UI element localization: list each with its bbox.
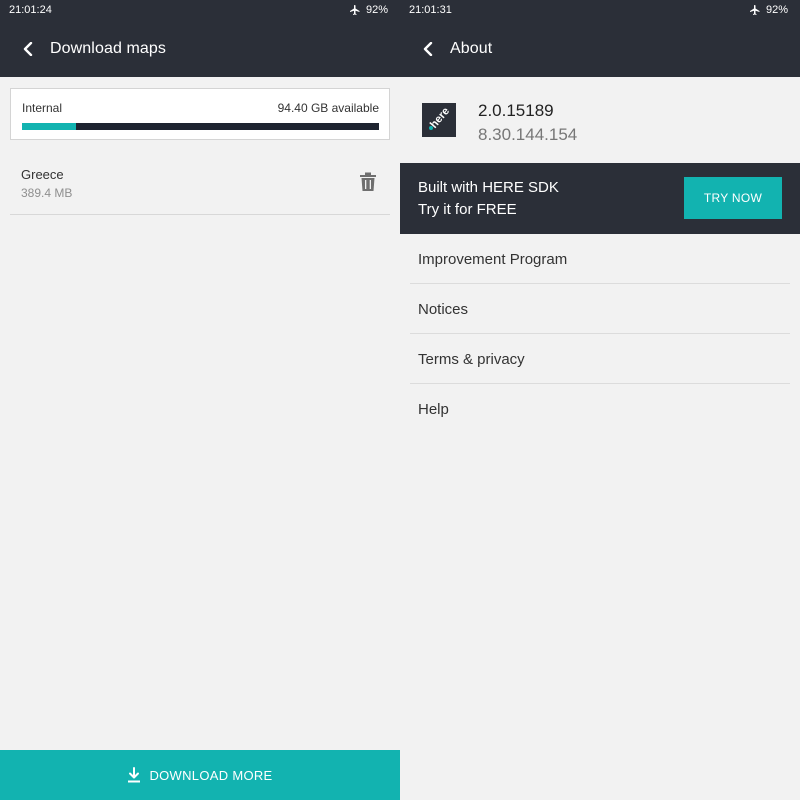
back-button[interactable] <box>418 39 438 59</box>
download-maps-screen: 21:01:24 92% Download maps Internal 94.4… <box>0 0 400 800</box>
trash-icon <box>360 172 376 191</box>
status-bar: 21:01:24 92% <box>0 0 400 20</box>
chevron-left-icon <box>423 41 433 56</box>
delete-button[interactable] <box>360 172 376 192</box>
download-more-label: DOWNLOAD MORE <box>149 767 273 783</box>
status-right: 92% <box>749 4 788 16</box>
download-more-button[interactable]: DOWNLOAD MORE <box>0 750 400 800</box>
map-name: Greece <box>21 167 64 182</box>
airplane-icon <box>749 4 761 16</box>
menu-item-notices[interactable]: Notices <box>410 284 790 334</box>
chevron-left-icon <box>23 41 33 56</box>
map-size: 389.4 MB <box>21 186 73 200</box>
here-logo: here <box>422 103 456 137</box>
menu-item-label: Improvement Program <box>418 251 568 268</box>
storage-usage-bar <box>22 123 379 130</box>
page-title: About <box>450 39 493 57</box>
app-bar: About <box>400 20 800 77</box>
app-bar: Download maps <box>0 20 400 77</box>
menu-item-terms-privacy[interactable]: Terms & privacy <box>410 334 790 384</box>
download-icon <box>128 767 141 783</box>
storage-usage-fill <box>22 123 76 130</box>
screen: 21:01:24 92% Download maps Internal 94.4… <box>0 0 800 800</box>
status-time: 21:01:31 <box>409 4 452 16</box>
app-info: here 2.0.15189 8.30.144.154 <box>400 77 800 163</box>
map-list-item[interactable]: Greece 389.4 MB <box>10 155 390 215</box>
battery-level: 92% <box>365 4 388 16</box>
map-version: 8.30.144.154 <box>478 125 578 144</box>
page-title: Download maps <box>50 39 167 57</box>
status-bar: 21:01:31 92% <box>400 0 800 20</box>
app-version: 2.0.15189 <box>478 101 554 120</box>
status-time: 21:01:24 <box>9 4 52 16</box>
battery-level: 92% <box>765 4 788 16</box>
about-menu: Improvement Program Notices Terms & priv… <box>400 234 800 434</box>
storage-label: Internal <box>22 101 63 115</box>
menu-item-improvement-program[interactable]: Improvement Program <box>410 234 790 284</box>
airplane-icon <box>349 4 361 16</box>
sdk-banner-title: Built with HERE SDK <box>418 179 559 196</box>
storage-available: 94.40 GB available <box>277 101 379 115</box>
menu-item-help[interactable]: Help <box>410 384 790 434</box>
here-logo-dot <box>429 126 433 130</box>
menu-item-label: Notices <box>418 301 469 318</box>
sdk-banner-subtitle: Try it for FREE <box>418 201 517 218</box>
try-now-button[interactable]: TRY NOW <box>684 177 782 219</box>
menu-item-label: Help <box>418 401 449 418</box>
menu-item-label: Terms & privacy <box>418 351 525 368</box>
about-screen: 21:01:31 92% About here 2.0.15189 8.30.1… <box>400 0 800 800</box>
back-button[interactable] <box>18 39 38 59</box>
sdk-banner: Built with HERE SDK Try it for FREE TRY … <box>400 163 800 234</box>
storage-card: Internal 94.40 GB available <box>10 88 390 140</box>
status-right: 92% <box>349 4 388 16</box>
